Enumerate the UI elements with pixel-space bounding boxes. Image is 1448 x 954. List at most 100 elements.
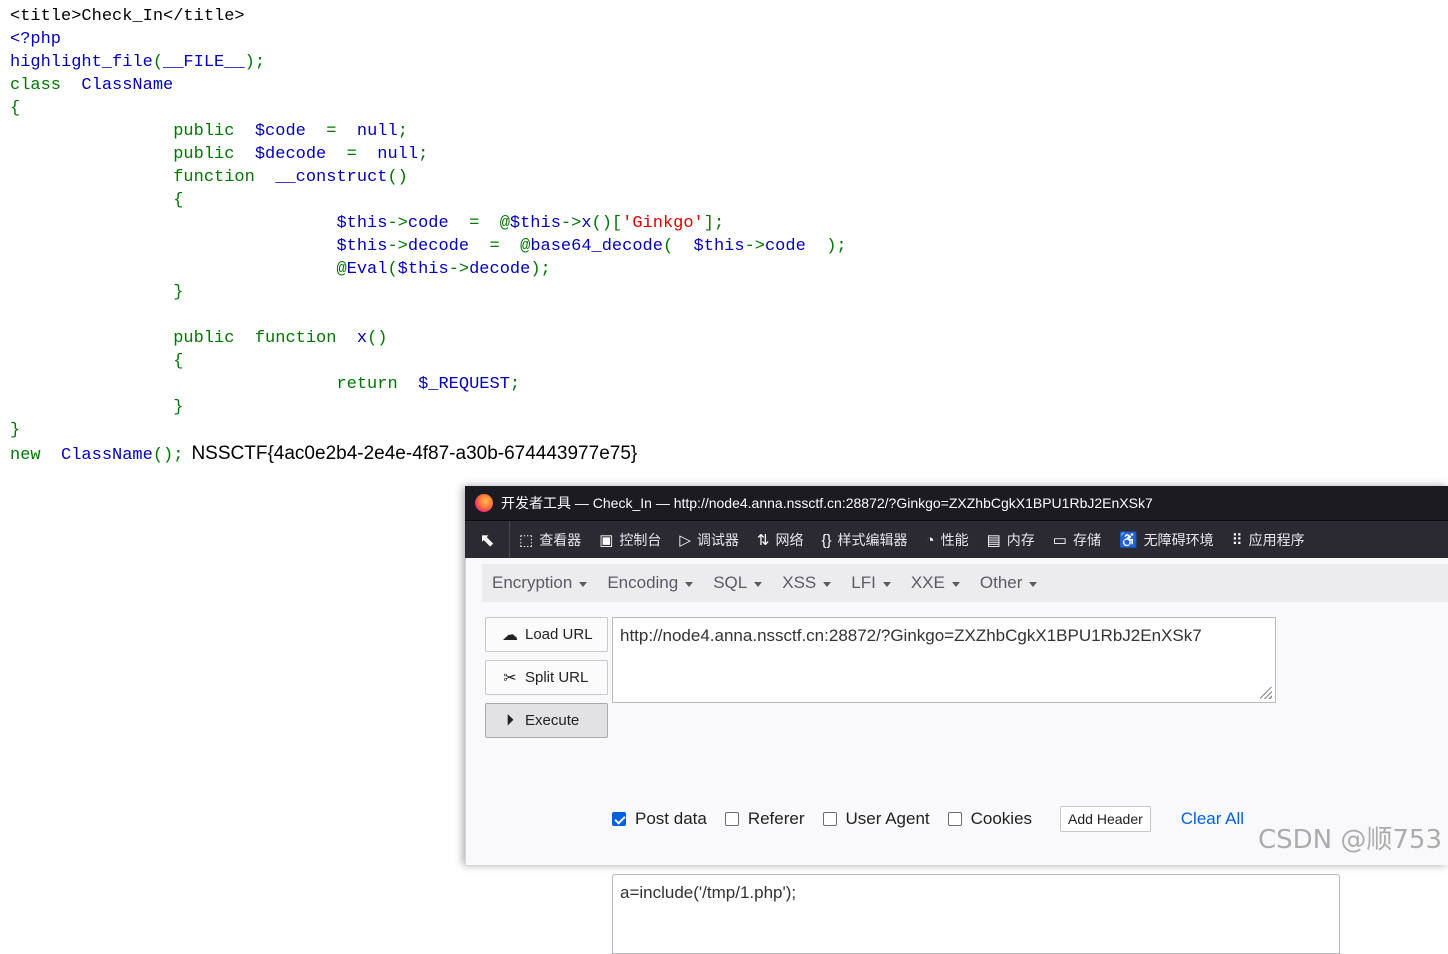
tab-label: 内存 (1006, 532, 1035, 548)
menu-xxe[interactable]: XXE (901, 573, 970, 593)
tab-label: 性能 (940, 532, 969, 548)
code-token: public (10, 122, 255, 141)
checkbox-icon[interactable] (822, 812, 837, 826)
tab-label: 存储 (1072, 532, 1101, 548)
tab-style-editor[interactable]: {} 样式编辑器 (813, 521, 917, 559)
menu-sql[interactable]: SQL (703, 573, 772, 593)
accessibility-icon: ♿ (1118, 532, 1138, 549)
code-token: new (10, 446, 62, 465)
code-token: $this (336, 214, 388, 233)
load-url-label: Load URL (525, 626, 593, 643)
menu-xss[interactable]: XSS (772, 573, 841, 593)
menu-label: SQL (713, 573, 748, 592)
caret-down-icon (882, 581, 891, 587)
menu-label: XSS (782, 573, 817, 592)
user-agent-checkbox[interactable]: User Agent (822, 809, 930, 829)
tab-debugger[interactable]: ▷ 调试器 (670, 521, 748, 559)
code-line: new ClassName(); NSSCTF{4ac0e2b4-2e4e-4f8… (10, 442, 847, 465)
post-data-input[interactable]: a=include('/tmp/1.php'); (612, 874, 1340, 954)
tab-memory[interactable]: ▤ 内存 (978, 521, 1044, 559)
code-token: { (10, 191, 184, 210)
cookies-checkbox[interactable]: Cookies (947, 809, 1032, 829)
url-input[interactable]: http://node4.anna.nssctf.cn:28872/?Ginkg… (612, 617, 1276, 703)
post-data-checkbox[interactable]: Post data (612, 809, 707, 829)
clear-all-link[interactable]: Clear All (1181, 809, 1244, 829)
code-token: ; (418, 145, 429, 164)
code-line: } (10, 281, 847, 304)
code-token: highlight_file (10, 53, 153, 72)
code-token: __construct (275, 168, 388, 187)
menu-label: LFI (851, 573, 876, 592)
code-token: base64_decode (530, 237, 663, 256)
code-token: () (387, 168, 408, 187)
code-line: @Eval($this->decode); (10, 258, 847, 281)
code-line: public function x() (10, 327, 847, 350)
tab-storage[interactable]: ▭ 存储 (1044, 521, 1110, 559)
tab-console[interactable]: ▣ 控制台 (590, 521, 670, 559)
code-token: } (10, 421, 21, 440)
caret-down-icon (951, 581, 960, 587)
code-token: ClassName (81, 76, 174, 95)
checkbox-icon[interactable] (724, 812, 739, 826)
cloud-download-icon: ☁ (502, 626, 518, 644)
tab-application[interactable]: ⠿ 应用程序 (1223, 521, 1314, 559)
caret-down-icon (579, 581, 588, 587)
code-line: highlight_file(__FILE__); (10, 51, 847, 74)
tab-label: 样式编辑器 (837, 532, 908, 548)
code-token: $_REQUEST (418, 375, 510, 394)
load-url-button[interactable]: ☁ Load URL (485, 617, 608, 652)
menu-encryption[interactable]: Encryption (482, 573, 597, 593)
watermark: CSDN @顺753 (1257, 825, 1442, 855)
menu-label: Encryption (492, 573, 573, 592)
performance-icon: ◔ (925, 531, 935, 549)
element-picker-icon[interactable]: ⬉ (465, 521, 510, 559)
application-icon: ⠿ (1231, 532, 1243, 549)
memory-icon: ▤ (986, 532, 1001, 549)
caret-down-icon (823, 581, 832, 587)
code-token: ); (530, 260, 551, 279)
tab-performance[interactable]: ◔ 性能 (917, 521, 978, 559)
code-token: $this (509, 214, 561, 233)
option-label: Referer (747, 809, 805, 828)
tab-inspector[interactable]: ⬚ 查看器 (510, 521, 590, 559)
code-line: class ClassName (10, 74, 847, 97)
code-line: { (10, 350, 847, 373)
code-token: <?php (10, 30, 62, 49)
code-token: decode (469, 260, 531, 279)
code-line: function __construct() (10, 166, 847, 189)
code-line: $this->decode = @base64_decode( $this->c… (10, 235, 847, 258)
resize-grip-icon[interactable] (1260, 687, 1272, 699)
console-icon: ▣ (599, 532, 614, 549)
execute-button[interactable]: ⏵ Execute (485, 703, 608, 738)
referer-checkbox[interactable]: Referer (724, 809, 805, 829)
menu-lfi[interactable]: LFI (841, 573, 901, 593)
code-line: } (10, 419, 847, 442)
post-data-value: a=include('/tmp/1.php'); (620, 883, 797, 902)
tab-accessibility[interactable]: ♿ 无障碍环境 (1110, 521, 1223, 559)
code-token: ( (152, 53, 164, 72)
code-line: <?php (10, 28, 847, 51)
caret-down-icon (685, 581, 694, 587)
caret-down-icon (1029, 581, 1038, 587)
tab-network[interactable]: ⇅ 网络 (748, 521, 813, 559)
split-url-button[interactable]: ✂ Split URL (485, 660, 608, 695)
checkbox-icon[interactable] (947, 812, 962, 826)
code-line: public $code = null; (10, 120, 847, 143)
code-token: -> (448, 260, 470, 279)
code-line: <title>Check_In</title> (10, 5, 847, 28)
devtools-titlebar[interactable]: 开发者工具 — Check_In — http://node4.anna.nss… (465, 486, 1448, 520)
checkbox-icon[interactable] (612, 812, 626, 826)
add-header-button[interactable]: Add Header (1060, 806, 1151, 832)
code-token: ; (509, 375, 521, 394)
code-line: } (10, 396, 847, 419)
url-value: http://node4.anna.nssctf.cn:28872/?Ginkg… (620, 626, 1202, 645)
network-icon: ⇅ (756, 532, 770, 549)
code-token: ); (826, 237, 847, 256)
code-token: ]; (703, 214, 725, 233)
menu-encoding[interactable]: Encoding (597, 573, 703, 593)
code-token: null (356, 122, 398, 141)
code-token: (); (152, 446, 184, 465)
menu-other[interactable]: Other (970, 573, 1048, 593)
code-token: = @ (469, 214, 510, 233)
